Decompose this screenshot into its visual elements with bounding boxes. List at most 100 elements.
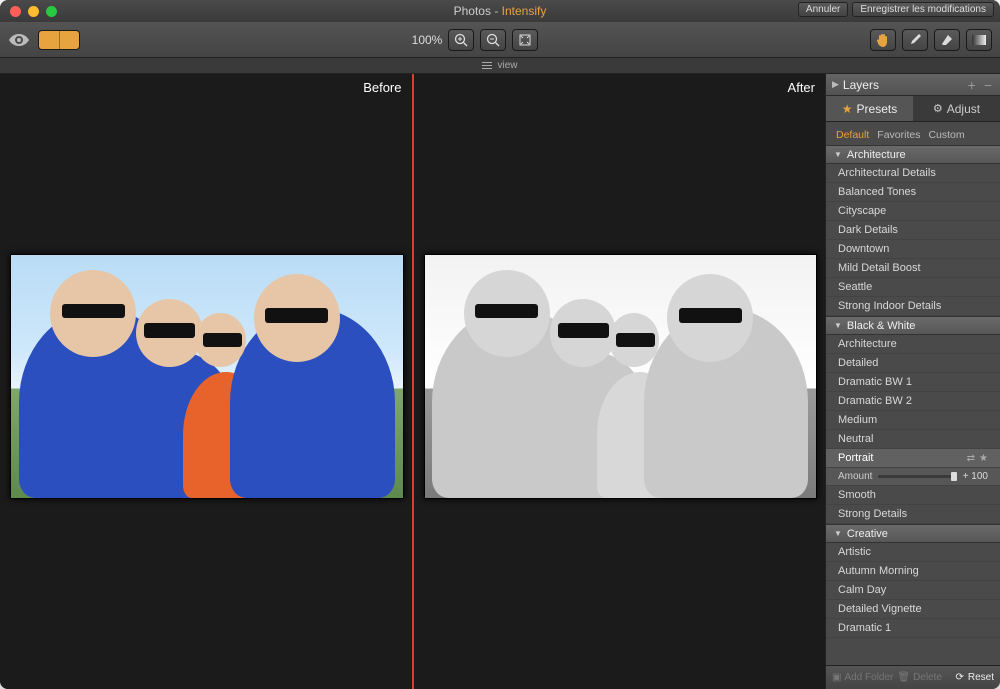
tab-presets[interactable]: ★ Presets [826, 96, 913, 122]
preset-label: Dramatic BW 1 [838, 376, 912, 388]
eraser-tool-button[interactable] [934, 29, 960, 51]
zoom-controls: 100% [412, 29, 539, 51]
sidebar-tabs: ★ Presets ⚙ Adjust [826, 96, 1000, 122]
preset-scroll[interactable]: ▼Architecture Architectural Details Balanc… [826, 145, 1000, 665]
category-name: Black & White [847, 320, 915, 332]
tab-adjust[interactable]: ⚙ Adjust [913, 96, 1000, 122]
preset-item[interactable]: Artistic [826, 543, 1000, 562]
preset-item[interactable]: Neutral [826, 430, 1000, 449]
canvas[interactable]: Before After [0, 74, 825, 689]
amount-value: + 100 [963, 471, 988, 482]
preset-item[interactable]: Autumn Morning [826, 562, 1000, 581]
preset-label: Architectural Details [838, 167, 936, 179]
preset-item[interactable]: Smooth [826, 486, 1000, 505]
preset-item[interactable]: Dramatic BW 2 [826, 392, 1000, 411]
compare-mode-b[interactable] [59, 31, 79, 49]
preset-label: Strong Indoor Details [838, 300, 941, 312]
preset-label: Dark Details [838, 224, 898, 236]
save-changes-button[interactable]: Enregistrer les modifications [852, 2, 994, 17]
after-image [424, 254, 818, 499]
layers-panel-header[interactable]: ▶ Layers + − [826, 74, 1000, 96]
preset-item[interactable]: Calm Day [826, 581, 1000, 600]
preset-item[interactable]: Medium [826, 411, 1000, 430]
star-icon: ★ [842, 102, 853, 116]
delete-button[interactable]: 🗑 Delete [897, 672, 942, 683]
category-header[interactable]: ▼Architecture [826, 145, 1000, 164]
preset-item[interactable]: Dramatic 1 [826, 619, 1000, 638]
preset-item[interactable]: Balanced Tones [826, 183, 1000, 202]
disclosure-triangle-icon: ▶ [832, 79, 839, 90]
add-layer-button[interactable]: + [966, 78, 978, 92]
preset-item[interactable]: Mild Detail Boost [826, 259, 1000, 278]
remove-layer-button[interactable]: − [982, 78, 994, 92]
fit-to-screen-button[interactable] [512, 29, 538, 51]
cancel-button[interactable]: Annuler [798, 2, 848, 17]
compare-mode-segmented[interactable] [38, 30, 80, 50]
category-header[interactable]: ▼Creative [826, 524, 1000, 543]
preset-subtabs: Default Favorites Custom [826, 122, 1000, 145]
gradient-tool-button[interactable] [966, 29, 992, 51]
layers-title: Layers [843, 78, 879, 92]
preset-item[interactable]: Seattle [826, 278, 1000, 297]
preset-label: Autumn Morning [838, 565, 919, 577]
preset-label: Portrait [838, 452, 873, 464]
hand-tool-button[interactable] [870, 29, 896, 51]
preset-label: Detailed [838, 357, 878, 369]
preset-item[interactable]: Downtown [826, 240, 1000, 259]
preset-item[interactable]: Architectural Details [826, 164, 1000, 183]
preview-toggle-icon[interactable] [8, 33, 30, 47]
sidebar-footer: ▣ Add Folder 🗑 Delete ⟳ Reset [826, 665, 1000, 689]
preset-label: Detailed Vignette [838, 603, 922, 615]
preset-label: Architecture [838, 338, 897, 350]
zoom-level-label: 100% [412, 33, 443, 47]
add-folder-button[interactable]: ▣ Add Folder [832, 672, 893, 683]
before-pane: Before [0, 74, 412, 689]
preset-label: Downtown [838, 243, 889, 255]
amount-slider-row: Amount+ 100 [826, 468, 1000, 486]
titlebar: Photos - Intensify Annuler Enregistrer l… [0, 0, 1000, 22]
category-name: Creative [847, 528, 888, 540]
preset-item[interactable]: Portrait ⇄ ★ [826, 449, 1000, 468]
amount-slider[interactable] [878, 475, 956, 478]
brush-tool-button[interactable] [902, 29, 928, 51]
preset-item[interactable]: Cityscape [826, 202, 1000, 221]
zoom-out-button[interactable] [480, 29, 506, 51]
preset-item[interactable]: Strong Indoor Details [826, 297, 1000, 316]
preset-item[interactable]: Dark Details [826, 221, 1000, 240]
toolbar: 100% [0, 22, 1000, 58]
subtab-favorites[interactable]: Favorites [877, 129, 920, 141]
trash-icon: 🗑 [897, 672, 910, 683]
subtab-default[interactable]: Default [836, 129, 869, 141]
reset-button[interactable]: ⟳ Reset [955, 672, 994, 683]
subtab-custom[interactable]: Custom [928, 129, 964, 141]
close-window-button[interactable] [10, 6, 21, 17]
favorite-star-icon[interactable]: ★ [979, 453, 988, 464]
minimize-window-button[interactable] [28, 6, 39, 17]
preset-label: Balanced Tones [838, 186, 916, 198]
compare-mode-a[interactable] [39, 31, 59, 49]
preset-label: Neutral [838, 433, 873, 445]
sidebar: ▶ Layers + − ★ Presets ⚙ Adjust Default … [825, 74, 1000, 689]
view-strip[interactable]: view [0, 58, 1000, 74]
zoom-in-button[interactable] [448, 29, 474, 51]
preset-item[interactable]: Detailed [826, 354, 1000, 373]
compare-icon[interactable]: ⇄ [967, 453, 975, 464]
slider-thumb[interactable] [951, 472, 957, 481]
before-label: Before [363, 80, 401, 95]
folder-plus-icon: ▣ [832, 672, 841, 683]
preset-item[interactable]: Strong Details [826, 505, 1000, 524]
preset-item[interactable]: Detailed Vignette [826, 600, 1000, 619]
app-name: Photos [454, 4, 491, 18]
category-header[interactable]: ▼Black & White [826, 316, 1000, 335]
app-window: Photos - Intensify Annuler Enregistrer l… [0, 0, 1000, 689]
fullscreen-window-button[interactable] [46, 6, 57, 17]
preset-label: Dramatic 1 [838, 622, 891, 634]
preset-item[interactable]: Architecture [826, 335, 1000, 354]
plugin-name: Intensify [502, 4, 547, 18]
preset-label: Medium [838, 414, 877, 426]
preset-label: Cityscape [838, 205, 886, 217]
refresh-icon: ⟳ [955, 672, 963, 683]
preset-item[interactable]: Dramatic BW 1 [826, 373, 1000, 392]
after-pane: After [414, 74, 826, 689]
window-controls [0, 6, 57, 17]
